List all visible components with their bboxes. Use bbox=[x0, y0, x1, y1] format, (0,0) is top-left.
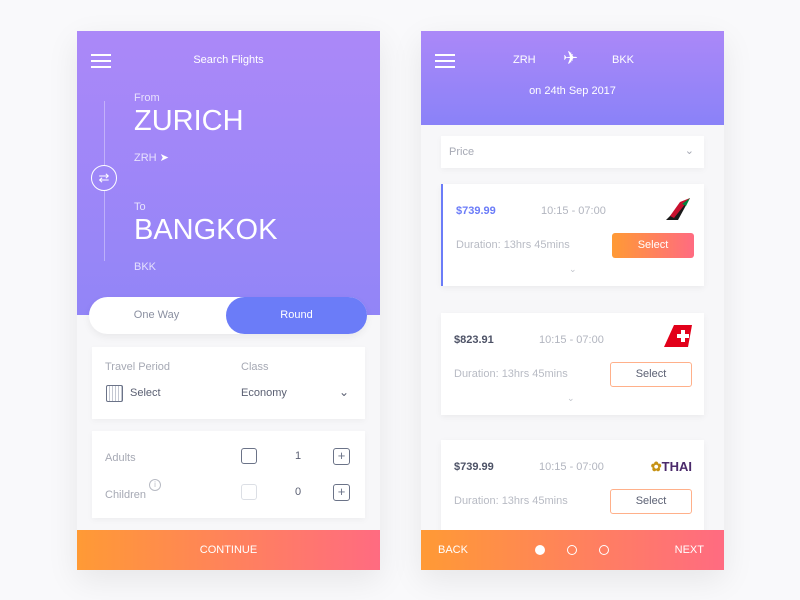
chevron-down-icon[interactable]: ⌄ bbox=[339, 385, 349, 399]
flight-price: $823.91 bbox=[454, 334, 494, 346]
swiss-logo bbox=[664, 325, 692, 352]
page-dot-active[interactable] bbox=[535, 545, 545, 555]
thai-logo: ✿THAI bbox=[650, 459, 692, 474]
expand-chevron-icon[interactable]: ⌄ bbox=[567, 393, 575, 404]
adults-minus-button[interactable] bbox=[241, 448, 257, 464]
expand-chevron-icon[interactable]: ⌄ bbox=[569, 264, 577, 275]
sort-dropdown[interactable]: Price ⌄ bbox=[441, 136, 704, 168]
flight-price: $739.99 bbox=[454, 461, 494, 473]
to-label: To bbox=[134, 201, 146, 213]
emirates-logo bbox=[664, 196, 692, 227]
location-arrow-icon: ➤ bbox=[159, 152, 169, 164]
select-button[interactable]: Select bbox=[610, 362, 692, 387]
flight-card[interactable]: $739.99 10:15 - 07:00 ✿THAI Duration: 13… bbox=[441, 440, 704, 542]
adults-plus-button[interactable]: + bbox=[333, 448, 350, 465]
flight-card[interactable]: $823.91 10:15 - 07:00 Duration: 13hrs 45… bbox=[441, 313, 704, 415]
flight-duration: Duration: 13hrs 45mins bbox=[454, 495, 568, 507]
adults-label: Adults bbox=[105, 452, 136, 464]
page-dot[interactable] bbox=[599, 545, 609, 555]
children-count: 0 bbox=[295, 486, 302, 498]
class-select[interactable]: Economy bbox=[241, 387, 287, 399]
tab-one-way[interactable]: One Way bbox=[89, 297, 224, 334]
select-button[interactable]: Select bbox=[612, 233, 694, 258]
to-code: BKK bbox=[134, 261, 157, 273]
calendar-icon[interactable] bbox=[106, 385, 123, 402]
flight-duration: Duration: 13hrs 45mins bbox=[456, 239, 570, 251]
results-header: ZRH ✈ BKK on 24th Sep 2017 bbox=[421, 31, 724, 125]
adults-count: 1 bbox=[295, 450, 302, 462]
flight-time: 10:15 - 07:00 bbox=[541, 205, 606, 217]
flight-duration: Duration: 13hrs 45mins bbox=[454, 368, 568, 380]
children-minus-button[interactable] bbox=[241, 484, 257, 500]
continue-label: CONTINUE bbox=[199, 544, 258, 556]
class-label: Class bbox=[241, 361, 269, 373]
destination-code: BKK bbox=[612, 54, 635, 66]
travel-period-select[interactable]: Select bbox=[130, 387, 161, 399]
plane-icon: ✈ bbox=[563, 48, 579, 68]
select-button[interactable]: Select bbox=[610, 489, 692, 514]
flight-card[interactable]: $739.99 10:15 - 07:00 Duration: 13hrs 45… bbox=[441, 184, 704, 286]
chevron-down-icon: ⌄ bbox=[684, 145, 694, 157]
travel-details-card: Travel Period Class Select Economy ⌄ bbox=[92, 347, 365, 419]
to-city[interactable]: BANGKOK bbox=[134, 214, 277, 247]
from-city[interactable]: ZURICH bbox=[134, 105, 244, 138]
travel-period-label: Travel Period bbox=[105, 361, 171, 373]
children-plus-button[interactable]: + bbox=[333, 484, 350, 501]
search-header: Search Flights ⇄ From ZURICH ZRH ➤ To BA… bbox=[77, 31, 380, 315]
swap-icon[interactable]: ⇄ bbox=[91, 165, 117, 191]
back-button[interactable]: BACK bbox=[438, 544, 468, 556]
sort-label: Price bbox=[449, 146, 475, 158]
page-dot[interactable] bbox=[567, 545, 577, 555]
children-label: Children bbox=[105, 489, 146, 501]
from-code-text: ZRH bbox=[134, 152, 157, 164]
from-code: ZRH ➤ bbox=[134, 151, 169, 164]
menu-icon[interactable] bbox=[435, 54, 455, 68]
flight-time: 10:15 - 07:00 bbox=[539, 461, 604, 473]
flight-results-screen: ZRH ✈ BKK on 24th Sep 2017 Price ⌄ $739.… bbox=[421, 31, 724, 570]
screen-title: Search Flights bbox=[193, 54, 264, 66]
flight-price: $739.99 bbox=[456, 205, 496, 217]
trip-type-toggle: One Way Round bbox=[89, 297, 367, 334]
from-label: From bbox=[134, 92, 160, 104]
tab-round[interactable]: Round bbox=[226, 297, 367, 334]
airline-name: THAI bbox=[661, 459, 692, 474]
flight-time: 10:15 - 07:00 bbox=[539, 334, 604, 346]
origin-code: ZRH bbox=[513, 54, 536, 66]
next-button[interactable]: NEXT bbox=[675, 544, 704, 556]
travel-date: on 24th Sep 2017 bbox=[529, 85, 616, 97]
passengers-card: Adults 1 + Children i 0 + bbox=[92, 431, 365, 518]
pager-footer: BACK NEXT bbox=[421, 530, 724, 570]
continue-button[interactable]: CONTINUE bbox=[77, 530, 380, 570]
info-icon[interactable]: i bbox=[149, 479, 161, 491]
search-flights-screen: Search Flights ⇄ From ZURICH ZRH ➤ To BA… bbox=[77, 31, 380, 570]
